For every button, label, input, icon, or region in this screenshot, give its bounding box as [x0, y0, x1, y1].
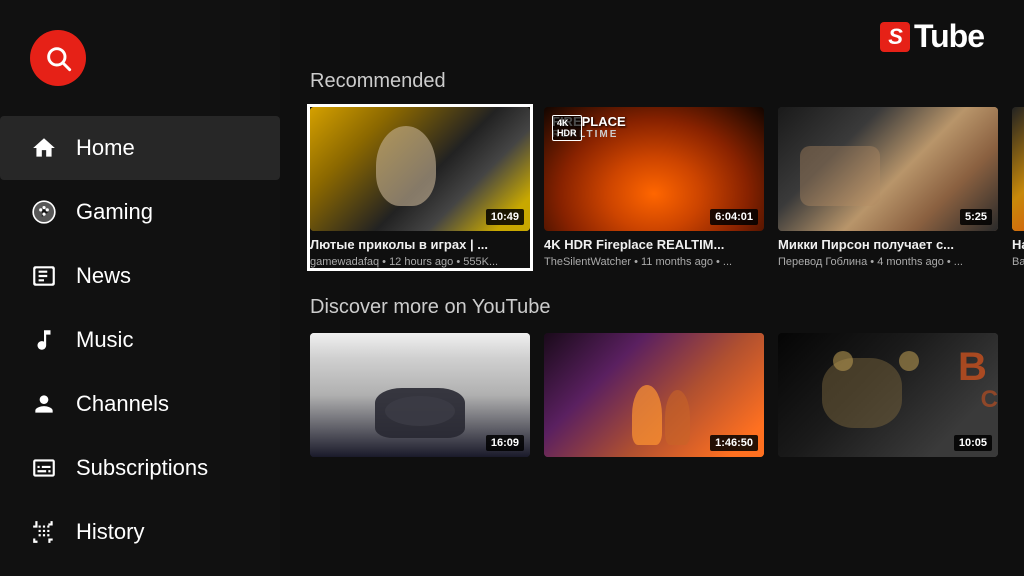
video-title-3: Микки Пирсон получает с... — [778, 237, 998, 254]
discover-duration-3: 10:05 — [954, 435, 992, 451]
video-card-1[interactable]: 10:49 Лютые приколы в играх | ... gamewa… — [310, 107, 530, 268]
gaming-icon — [30, 198, 58, 226]
discover-card-3[interactable]: B C 10:05 — [778, 333, 998, 457]
search-icon — [44, 44, 72, 72]
discover-thumb-1: 16:09 — [310, 333, 530, 457]
video-card-3[interactable]: 5:25 Микки Пирсон получает с... Перевод … — [778, 107, 998, 268]
discover-thumb-3: B C 10:05 — [778, 333, 998, 457]
duration-badge-2: 6:04:01 — [710, 209, 758, 225]
sidebar-item-subscriptions-label: Subscriptions — [76, 455, 208, 481]
video-title-1: Лютые приколы в играх | ... — [310, 237, 530, 254]
discover-card-2[interactable]: 1:46:50 — [544, 333, 764, 457]
subscriptions-icon — [30, 454, 58, 482]
sidebar-item-subscriptions[interactable]: Subscriptions — [0, 436, 280, 500]
app-header: S Tube — [880, 18, 984, 55]
discover-title: Discover more on YouTube — [310, 296, 994, 319]
music-icon — [30, 326, 58, 354]
video-meta-1: gamewadafaq • 12 hours ago • 555K... — [310, 256, 530, 268]
sidebar-item-history[interactable]: History — [0, 500, 280, 564]
video-info-3: Микки Пирсон получает с... Перевод Гобли… — [778, 231, 998, 268]
discover-card-1[interactable]: 16:09 — [310, 333, 530, 457]
video-info-4: На... Bas... — [1012, 231, 1024, 268]
logo-s: S — [880, 22, 910, 52]
channels-icon — [30, 390, 58, 418]
sidebar-item-history-label: History — [76, 519, 144, 545]
video-meta-3: Перевод Гоблина • 4 months ago • ... — [778, 256, 998, 268]
video-thumb-2: FIREPLACE REALTIME 4KHDR 6:04:01 — [544, 107, 764, 231]
video-thumb-4 — [1012, 107, 1024, 231]
news-icon — [30, 262, 58, 290]
video-info-2: 4K HDR Fireplace REALTIM... TheSilentWat… — [544, 231, 764, 268]
sidebar-item-home[interactable]: Home — [0, 116, 280, 180]
sidebar: Home Gaming New — [0, 0, 280, 576]
4k-badge: 4KHDR — [552, 115, 582, 141]
recommended-row: 10:49 Лютые приколы в играх | ... gamewa… — [310, 107, 994, 268]
sidebar-item-music[interactable]: Music — [0, 308, 280, 372]
recommended-title: Recommended — [310, 70, 994, 93]
sidebar-item-gaming[interactable]: Gaming — [0, 180, 280, 244]
search-button[interactable] — [30, 30, 86, 86]
duration-badge-1: 10:49 — [486, 209, 524, 225]
recommended-section: Recommended 10:49 Лютые приколы в играх … — [310, 70, 994, 268]
duration-badge-3: 5:25 — [960, 209, 992, 225]
video-title-4: На... — [1012, 237, 1024, 254]
discover-thumb-2: 1:46:50 — [544, 333, 764, 457]
sidebar-item-news-label: News — [76, 263, 131, 289]
main-content: S Tube Recommended 10:49 Лютые приколы в… — [280, 0, 1024, 576]
sidebar-item-gaming-label: Gaming — [76, 199, 153, 225]
video-meta-2: TheSilentWatcher • 11 months ago • ... — [544, 256, 764, 268]
sidebar-item-music-label: Music — [76, 327, 133, 353]
sidebar-item-channels-label: Channels — [76, 391, 169, 417]
discover-duration-2: 1:46:50 — [710, 435, 758, 451]
discover-row: 16:09 1:46:50 — [310, 333, 994, 457]
discover-duration-1: 16:09 — [486, 435, 524, 451]
video-meta-4: Bas... — [1012, 256, 1024, 268]
video-title-2: 4K HDR Fireplace REALTIM... — [544, 237, 764, 254]
video-info-1: Лютые приколы в играх | ... gamewadafaq … — [310, 231, 530, 268]
video-thumb-3: 5:25 — [778, 107, 998, 231]
nav-menu: Home Gaming New — [0, 116, 280, 576]
sidebar-item-news[interactable]: News — [0, 244, 280, 308]
sidebar-item-channels[interactable]: Channels — [0, 372, 280, 436]
video-thumb-1: 10:49 — [310, 107, 530, 231]
logo-tube: Tube — [914, 18, 984, 55]
discover-section: Discover more on YouTube 16:09 — [310, 296, 994, 457]
video-card-2[interactable]: FIREPLACE REALTIME 4KHDR 6:04:01 4K HDR … — [544, 107, 764, 268]
home-icon — [30, 134, 58, 162]
sidebar-item-home-label: Home — [76, 135, 135, 161]
video-card-4[interactable]: На... Bas... — [1012, 107, 1024, 268]
history-icon — [30, 518, 58, 546]
